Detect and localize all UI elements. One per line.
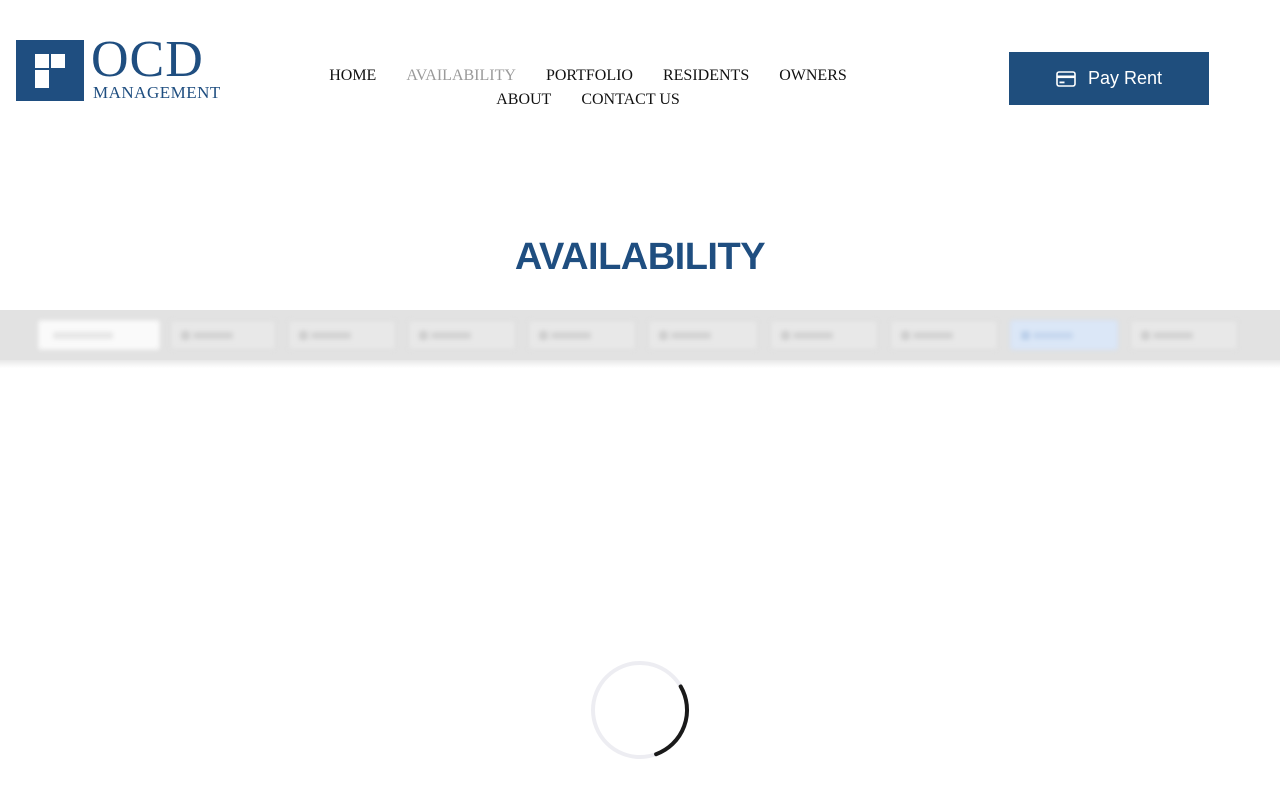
filter-control-2[interactable] (288, 320, 396, 350)
main-nav: HOME AVAILABILITY PORTFOLIO RESIDENTS OW… (300, 64, 876, 112)
filter-control-4[interactable] (528, 320, 636, 350)
filter-control-5[interactable] (648, 320, 758, 350)
filter-control-7[interactable] (890, 320, 998, 350)
nav-row-1: HOME AVAILABILITY PORTFOLIO RESIDENTS OW… (300, 64, 876, 88)
pay-rent-label: Pay Rent (1087, 68, 1163, 88)
nav-link-availability[interactable]: AVAILABILITY (406, 64, 516, 88)
filter-control-1[interactable] (170, 320, 276, 350)
credit-card-icon (1056, 70, 1076, 87)
filter-control-6[interactable] (770, 320, 878, 350)
nav-link-residents[interactable]: RESIDENTS (663, 64, 749, 88)
nav-link-contact-us[interactable]: CONTACT US (581, 88, 679, 112)
nav-link-about[interactable]: ABOUT (496, 88, 551, 112)
logo-brand-subtitle: MANAGEMENT (93, 83, 221, 102)
nav-row-2: ABOUT CONTACT US (300, 88, 876, 112)
nav-link-portfolio[interactable]: PORTFOLIO (546, 64, 633, 88)
nav-link-owners[interactable]: OWNERS (779, 64, 847, 88)
nav-link-home[interactable]: HOME (329, 64, 376, 88)
filter-search-input[interactable] (38, 320, 160, 350)
filter-control-8[interactable] (1010, 320, 1118, 350)
filter-control-9[interactable] (1130, 320, 1238, 350)
filter-bar-loading (0, 310, 1280, 360)
ocd-management-logo[interactable]: OCD MANAGEMENT (16, 34, 226, 102)
site-header: OCD MANAGEMENT HOME AVAILABILITY PORTFOL… (0, 0, 1280, 140)
page-title: AVAILABILITY (514, 236, 766, 278)
filter-control-3[interactable] (408, 320, 516, 350)
spinner-icon (591, 661, 689, 759)
logo-brand-name: OCD (91, 31, 204, 88)
logo-mark-icon (16, 40, 84, 101)
pay-rent-button[interactable]: Pay Rent (1009, 52, 1209, 105)
filter-bar-shadow (0, 360, 1280, 368)
